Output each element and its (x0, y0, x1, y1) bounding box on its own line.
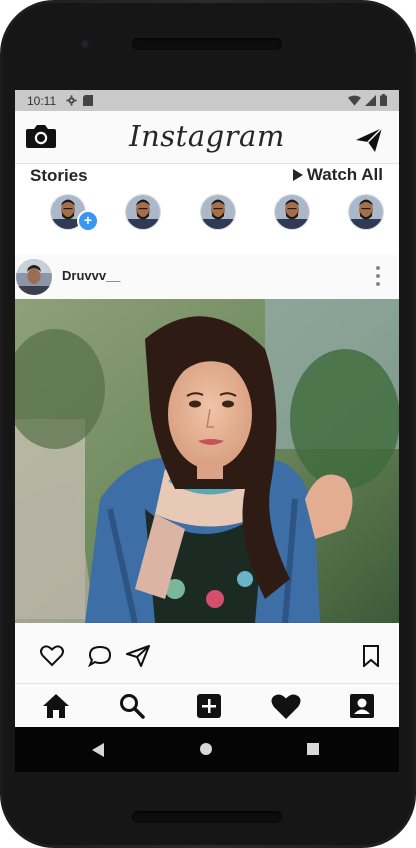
earpiece-speaker (132, 38, 282, 50)
nav-profile-button[interactable] (347, 691, 377, 721)
wifi-icon (348, 95, 361, 106)
paper-plane-icon[interactable] (355, 127, 383, 153)
nav-home-button[interactable] (41, 691, 71, 721)
more-options-icon[interactable] (375, 265, 381, 287)
person-photo (349, 195, 383, 229)
bottom-speaker (132, 811, 282, 823)
person-photo (201, 195, 235, 229)
signal-icon (365, 94, 376, 106)
home-circle-icon[interactable] (200, 743, 212, 755)
story-avatar-2[interactable] (125, 194, 161, 230)
phone-frame: 10:11 Instagram Stories Watch All + Druv… (0, 0, 416, 848)
author-photo (16, 259, 52, 295)
app-header: Instagram (15, 111, 399, 164)
post-header: Druvvv__ (15, 255, 399, 300)
story-avatar-3[interactable] (200, 194, 236, 230)
nav-search-button[interactable] (117, 691, 147, 721)
nav-activity-button[interactable] (271, 691, 301, 721)
home-icon (43, 694, 69, 718)
add-post-icon (197, 694, 221, 718)
watch-all-button[interactable]: Watch All (292, 165, 383, 185)
recents-icon[interactable] (307, 743, 319, 755)
status-bar: 10:11 (15, 90, 399, 111)
add-story-plus-icon[interactable]: + (77, 210, 99, 232)
bottom-navigation (15, 683, 399, 728)
person-photo (126, 195, 160, 229)
front-camera (80, 39, 90, 49)
system-navigation-bar (15, 727, 399, 772)
search-icon (120, 694, 145, 719)
settings-gear-icon (66, 95, 77, 106)
stories-row (15, 194, 399, 234)
stories-title: Stories (30, 166, 88, 185)
share-icon[interactable] (126, 645, 150, 667)
battery-icon (380, 94, 387, 106)
story-avatar-5[interactable] (348, 194, 384, 230)
post-actions (15, 623, 399, 683)
post-photo (15, 299, 399, 623)
back-icon[interactable] (92, 743, 104, 757)
instagram-logo: Instagram (129, 119, 285, 153)
stories-bar: Stories Watch All (15, 164, 399, 186)
post-username[interactable]: Druvvv__ (62, 268, 121, 283)
sd-card-icon (83, 95, 94, 106)
person-photo (275, 195, 309, 229)
bookmark-icon[interactable] (362, 645, 380, 667)
post-author-avatar[interactable] (16, 259, 52, 295)
heart-outline-icon[interactable] (40, 645, 64, 667)
story-avatar-4[interactable] (274, 194, 310, 230)
comment-icon[interactable] (88, 645, 112, 667)
nav-add-button[interactable] (194, 691, 224, 721)
watch-all-label: Watch All (306, 165, 383, 184)
status-time: 10:11 (27, 93, 57, 108)
post-image[interactable] (15, 299, 399, 623)
profile-icon (350, 694, 374, 718)
play-icon (292, 169, 303, 181)
app-screen: 10:11 Instagram Stories Watch All + Druv… (15, 90, 399, 772)
heart-icon (271, 693, 301, 719)
